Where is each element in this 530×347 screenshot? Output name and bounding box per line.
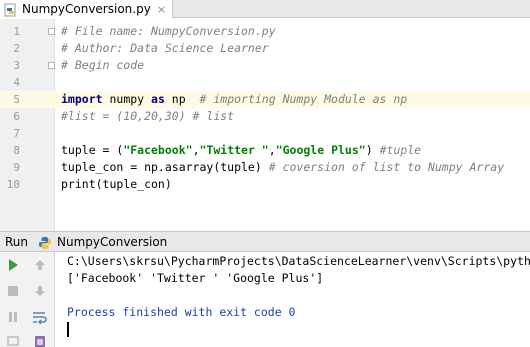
- close-tab-icon[interactable]: ×: [157, 3, 166, 16]
- import-statement: import numpy as np # importing Numpy Mod…: [61, 92, 408, 106]
- console-exit-message: Process finished with exit code 0: [67, 305, 296, 319]
- file-tab[interactable]: NumpyConversion.py ×: [0, 0, 174, 18]
- run-panel-header: Run NumpyConversion: [0, 231, 530, 252]
- print-output-icon[interactable]: [31, 332, 49, 347]
- editor-tab-bar: NumpyConversion.py ×: [0, 0, 530, 18]
- soft-wrap-icon[interactable]: [31, 308, 49, 326]
- comment: # Begin code: [61, 58, 145, 72]
- line-number: 10: [6, 178, 20, 191]
- code-line-6[interactable]: 6 #list = (10,20,30) # list: [0, 108, 530, 125]
- comment: # File name: NumpyConversion.py: [61, 24, 276, 38]
- code-line-7[interactable]: 7: [0, 125, 530, 142]
- code-editor[interactable]: 1 # File name: NumpyConversion.py 2 # Au…: [0, 19, 530, 207]
- scroll-down-icon[interactable]: [31, 282, 49, 300]
- line-number: 2: [13, 42, 20, 55]
- file-tab-label: NumpyConversion.py: [22, 2, 151, 16]
- rerun-icon[interactable]: [4, 256, 22, 274]
- comment: # Author: Data Science Learner: [61, 41, 269, 55]
- line-number: 9: [13, 161, 20, 174]
- line-number: 1: [13, 25, 20, 38]
- line-number: 8: [13, 144, 20, 157]
- tuple-assignment: tuple = ("Facebook","Twitter ","Google P…: [61, 143, 422, 157]
- comment: #list = (10,20,30) # list: [61, 109, 235, 123]
- code-line-8[interactable]: 8 tuple = ("Facebook","Twitter ","Google…: [0, 142, 530, 159]
- console-output-line: ['Facebook' 'Twitter ' 'Google Plus']: [67, 271, 324, 285]
- fold-marker-icon[interactable]: [48, 28, 55, 35]
- code-line-2[interactable]: 2 # Author: Data Science Learner: [0, 40, 530, 57]
- code-line-4[interactable]: 4: [0, 74, 530, 91]
- line-number: 5: [13, 93, 20, 106]
- line-number: 7: [13, 127, 20, 140]
- run-toolbar: [0, 252, 55, 347]
- scroll-up-icon[interactable]: [31, 256, 49, 274]
- fold-marker-icon[interactable]: [48, 62, 55, 69]
- code-line-9[interactable]: 9 tuple_con = np.asarray(tuple) # covers…: [0, 159, 530, 176]
- editor-empty-area[interactable]: [0, 207, 530, 231]
- python-config-icon: [38, 235, 52, 249]
- run-panel-title[interactable]: Run: [5, 235, 28, 249]
- python-file-icon: [4, 2, 18, 17]
- print-statement: print(tuple_con): [61, 177, 172, 191]
- code-line-3[interactable]: 3 # Begin code: [0, 57, 530, 74]
- run-console[interactable]: C:\Users\skrsu\PycharmProjects\DataScien…: [56, 252, 530, 347]
- run-config-name[interactable]: NumpyConversion: [57, 235, 167, 249]
- pause-icon[interactable]: [4, 308, 22, 326]
- line-number: 3: [13, 59, 20, 72]
- settings-icon[interactable]: [4, 332, 22, 347]
- asarray-statement: tuple_con = np.asarray(tuple) # coversio…: [61, 160, 505, 174]
- stop-icon[interactable]: [4, 282, 22, 300]
- line-number: 6: [13, 110, 20, 123]
- code-line-10[interactable]: 10 print(tuple_con): [0, 176, 530, 193]
- console-command-line: C:\Users\skrsu\PycharmProjects\DataScien…: [67, 254, 530, 268]
- line-number: 4: [13, 76, 20, 89]
- code-line-1[interactable]: 1 # File name: NumpyConversion.py: [0, 23, 530, 40]
- code-line-5[interactable]: 5 import numpy as np # importing Numpy M…: [0, 91, 530, 108]
- console-input-caret: [67, 322, 69, 337]
